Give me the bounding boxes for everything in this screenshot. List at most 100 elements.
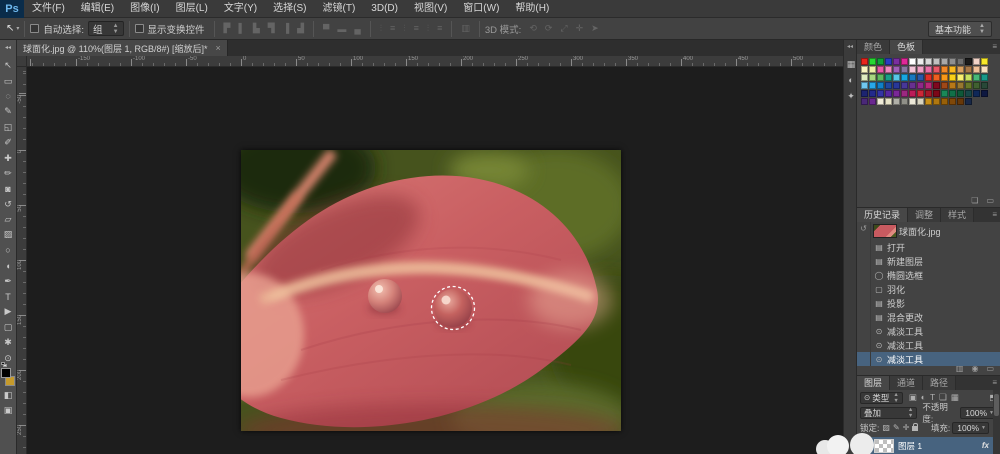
lock-position-icon[interactable]: ✛: [903, 423, 910, 432]
color-swatch[interactable]: [901, 74, 908, 81]
history-source-slot[interactable]: [857, 268, 871, 282]
color-swatch[interactable]: [925, 66, 932, 73]
color-swatch[interactable]: [965, 66, 972, 73]
history-source-slot[interactable]: [857, 310, 871, 324]
dodge-tool[interactable]: ◖: [1, 258, 16, 273]
menu-item-编辑[interactable]: 编辑(E): [73, 0, 122, 18]
opacity-field[interactable]: 100% ▼: [960, 407, 997, 419]
color-swatch[interactable]: [901, 58, 908, 65]
color-swatch[interactable]: [957, 98, 964, 105]
color-swatch[interactable]: [973, 74, 980, 81]
color-swatch[interactable]: [909, 90, 916, 97]
color-swatch[interactable]: [933, 90, 940, 97]
color-swatch[interactable]: [917, 82, 924, 89]
color-swatch[interactable]: [869, 74, 876, 81]
history-tab-样式[interactable]: 样式: [941, 208, 974, 222]
color-swatch[interactable]: [901, 66, 908, 73]
history-entry[interactable]: ◯椭圆选框: [857, 268, 1000, 282]
color-swatch[interactable]: [877, 90, 884, 97]
color-swatch[interactable]: [861, 74, 868, 81]
color-swatch[interactable]: [941, 58, 948, 65]
menu-item-图层[interactable]: 图层(L): [168, 0, 216, 18]
color-swatch[interactable]: [925, 58, 932, 65]
history-source-slot[interactable]: [857, 352, 871, 366]
quick-select-tool[interactable]: ✎: [1, 104, 16, 119]
close-tab-icon[interactable]: ×: [216, 43, 221, 53]
color-swatch[interactable]: [901, 98, 908, 105]
ruler-origin-corner[interactable]: [17, 56, 27, 67]
eyedropper-tool[interactable]: ✐: [1, 135, 16, 150]
color-swatch[interactable]: [973, 90, 980, 97]
move-tool-icon[interactable]: ↖: [6, 23, 14, 34]
gradient-tool[interactable]: ▨: [1, 227, 16, 242]
eraser-tool[interactable]: ▱: [1, 212, 16, 227]
history-entry[interactable]: ⊙减淡工具: [857, 338, 1000, 352]
color-swatch[interactable]: [869, 82, 876, 89]
color-swatch[interactable]: [949, 82, 956, 89]
color-swatch[interactable]: [925, 98, 932, 105]
color-swatch[interactable]: [877, 98, 884, 105]
color-swatch[interactable]: [909, 82, 916, 89]
color-swatch[interactable]: [981, 90, 988, 97]
history-entry[interactable]: ▤混合更改: [857, 310, 1000, 324]
color-swatch[interactable]: [957, 82, 964, 89]
menu-item-帮助[interactable]: 帮助(H): [507, 0, 557, 18]
auto-select-checkbox[interactable]: [30, 24, 39, 33]
collapsed-panel-icon[interactable]: ▦: [844, 56, 858, 72]
align-icon[interactable]: ▀: [319, 24, 333, 34]
color-swatch[interactable]: [885, 74, 892, 81]
history-entry[interactable]: ▤打开: [857, 240, 1000, 254]
distribute-icon[interactable]: ≡: [410, 23, 423, 34]
color-swatch[interactable]: [957, 66, 964, 73]
history-source-icon[interactable]: ↺: [857, 222, 871, 240]
distribute-icon[interactable]: ≡: [433, 23, 446, 34]
layers-scrollbar[interactable]: [993, 390, 1000, 454]
color-swatch[interactable]: [941, 74, 948, 81]
collapsed-panel-icon[interactable]: ◐: [844, 72, 858, 88]
color-swatch[interactable]: [917, 58, 924, 65]
color-swatch[interactable]: [869, 98, 876, 105]
distribute-icon[interactable]: ⫶: [399, 23, 409, 34]
panel-menu-icon[interactable]: ≡: [992, 376, 997, 390]
history-footer-icon[interactable]: ◉: [967, 364, 982, 373]
distribute-icon[interactable]: ⫶: [376, 23, 386, 34]
color-swatch[interactable]: [893, 82, 900, 89]
color-swatch[interactable]: [965, 58, 972, 65]
history-source-slot[interactable]: [857, 338, 871, 352]
color-swatch[interactable]: [933, 74, 940, 81]
align-icon[interactable]: ▜: [264, 23, 279, 34]
color-swatch[interactable]: [981, 74, 988, 81]
color-swatch[interactable]: [965, 82, 972, 89]
menu-item-选择[interactable]: 选择(S): [265, 0, 314, 18]
document-tab[interactable]: 球面化.jpg @ 110%(图层 1, RGB/8#) [缩放后]* ×: [17, 40, 228, 56]
color-swatch[interactable]: [917, 98, 924, 105]
mode-3d-icon[interactable]: ⤢: [556, 23, 571, 34]
color-swatch[interactable]: [949, 58, 956, 65]
hand-tool[interactable]: ✱: [1, 335, 16, 350]
color-swatch[interactable]: [861, 58, 868, 65]
align-icon[interactable]: ▙: [249, 23, 264, 34]
align-icon[interactable]: ▌: [234, 23, 248, 34]
history-source-slot[interactable]: [857, 254, 871, 268]
color-swatch[interactable]: [861, 90, 868, 97]
layer-row[interactable]: 图层 1 fx: [857, 437, 993, 454]
blur-tool[interactable]: ○: [1, 243, 16, 258]
history-footer-icon[interactable]: ▥: [952, 364, 968, 373]
color-swatch[interactable]: [917, 90, 924, 97]
path-select-tool[interactable]: ▶: [1, 304, 16, 319]
color-swatch[interactable]: [949, 74, 956, 81]
color-swatch[interactable]: [869, 66, 876, 73]
tool-preset-arrow-icon[interactable]: ▾: [16, 25, 19, 32]
color-swatch[interactable]: [965, 90, 972, 97]
color-swatch[interactable]: [933, 66, 940, 73]
color-swatch[interactable]: [925, 90, 932, 97]
history-footer-icon[interactable]: ▭: [982, 364, 998, 373]
color-swatch[interactable]: [925, 74, 932, 81]
lock-transparency-icon[interactable]: ▨: [882, 423, 890, 432]
layer-fx-badge[interactable]: fx: [982, 441, 989, 450]
history-snapshot-row[interactable]: ↺ 球面化.jpg: [857, 222, 1000, 240]
auto-align-layers-button[interactable]: ▥: [457, 23, 474, 34]
swatches-footer-icon[interactable]: ▭: [982, 196, 998, 205]
layer-name[interactable]: 图层 1: [898, 440, 922, 452]
color-swatch[interactable]: [893, 58, 900, 65]
